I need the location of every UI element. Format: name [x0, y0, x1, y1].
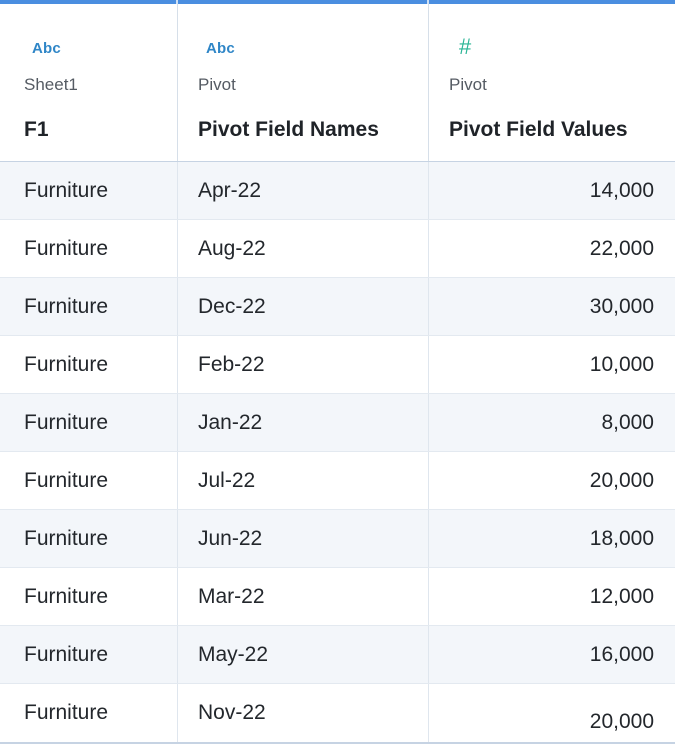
grid-body: Furniture Apr-22 14,000 Furniture Aug-22… [0, 162, 675, 744]
cell-pivot-field-name[interactable]: Feb-22 [178, 336, 429, 393]
cell-pivot-field-name[interactable]: Nov-22 [178, 684, 429, 742]
column-source: Pivot [198, 75, 236, 94]
number-type-icon[interactable]: # [459, 34, 471, 60]
header-row: Abc Sheet1 F1 Abc Pivot Pivot Field Name… [0, 4, 675, 162]
column-field-name[interactable]: Pivot Field Values [449, 118, 628, 142]
column-source: Sheet1 [24, 75, 78, 94]
cell-f1[interactable]: Furniture [0, 336, 178, 393]
cell-pivot-field-name[interactable]: Jul-22 [178, 452, 429, 509]
cell-pivot-field-value[interactable]: 16,000 [429, 626, 675, 683]
cell-f1[interactable]: Furniture [0, 568, 178, 625]
cell-f1[interactable]: Furniture [0, 394, 178, 451]
cell-pivot-field-name[interactable]: Aug-22 [178, 220, 429, 277]
cell-pivot-field-name[interactable]: Jan-22 [178, 394, 429, 451]
table-row[interactable]: Furniture Feb-22 10,000 [0, 336, 675, 394]
data-grid: Abc Sheet1 F1 Abc Pivot Pivot Field Name… [0, 0, 675, 750]
cell-pivot-field-value[interactable]: 22,000 [429, 220, 675, 277]
text-type-icon[interactable]: Abc [32, 40, 61, 57]
cell-pivot-field-value[interactable]: 14,000 [429, 162, 675, 219]
table-row[interactable]: Furniture Apr-22 14,000 [0, 162, 675, 220]
column-header-pivot-field-values[interactable]: # Pivot Pivot Field Values [429, 4, 675, 161]
cell-pivot-field-value[interactable]: 12,000 [429, 568, 675, 625]
cell-f1[interactable]: Furniture [0, 162, 178, 219]
column-source: Pivot [449, 75, 487, 94]
cell-pivot-field-value[interactable]: 18,000 [429, 510, 675, 567]
text-type-icon[interactable]: Abc [206, 40, 235, 57]
cell-pivot-field-name[interactable]: Dec-22 [178, 278, 429, 335]
table-row[interactable]: Furniture Jul-22 20,000 [0, 452, 675, 510]
cell-pivot-field-value[interactable]: 30,000 [429, 278, 675, 335]
cell-f1[interactable]: Furniture [0, 684, 178, 742]
cell-pivot-field-name[interactable]: Apr-22 [178, 162, 429, 219]
column-header-f1[interactable]: Abc Sheet1 F1 [0, 4, 178, 161]
cell-pivot-field-value[interactable]: 8,000 [429, 394, 675, 451]
cell-f1[interactable]: Furniture [0, 278, 178, 335]
cell-pivot-field-value[interactable]: 10,000 [429, 336, 675, 393]
table-row[interactable]: Furniture May-22 16,000 [0, 626, 675, 684]
cell-f1[interactable]: Furniture [0, 510, 178, 567]
table-row[interactable]: Furniture Nov-22 20,000 [0, 684, 675, 744]
cell-pivot-field-value[interactable]: 20,000 [429, 452, 675, 509]
table-row[interactable]: Furniture Dec-22 30,000 [0, 278, 675, 336]
cell-pivot-field-name[interactable]: Mar-22 [178, 568, 429, 625]
table-row[interactable]: Furniture Jan-22 8,000 [0, 394, 675, 452]
table-row[interactable]: Furniture Jun-22 18,000 [0, 510, 675, 568]
cell-pivot-field-name[interactable]: Jun-22 [178, 510, 429, 567]
cell-pivot-field-name[interactable]: May-22 [178, 626, 429, 683]
cell-f1[interactable]: Furniture [0, 220, 178, 277]
cell-f1[interactable]: Furniture [0, 626, 178, 683]
cell-f1[interactable]: Furniture [0, 452, 178, 509]
column-field-name[interactable]: F1 [24, 118, 49, 142]
table-row[interactable]: Furniture Mar-22 12,000 [0, 568, 675, 626]
cell-pivot-field-value[interactable]: 20,000 [429, 684, 675, 742]
table-row[interactable]: Furniture Aug-22 22,000 [0, 220, 675, 278]
column-field-name[interactable]: Pivot Field Names [198, 118, 379, 142]
column-header-pivot-field-names[interactable]: Abc Pivot Pivot Field Names [178, 4, 429, 161]
